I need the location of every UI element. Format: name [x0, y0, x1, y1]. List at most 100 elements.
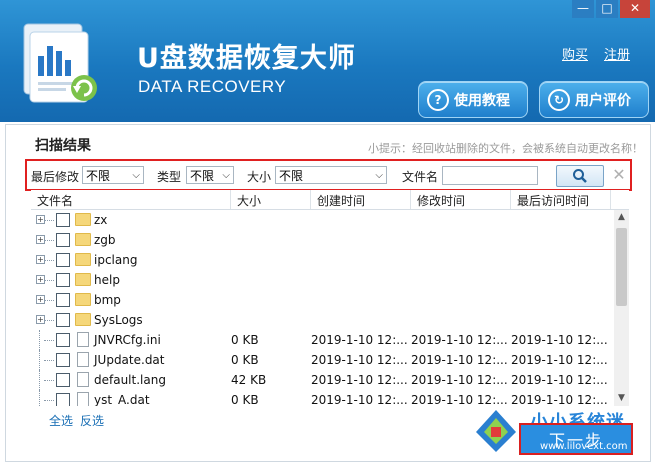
modified-filter-value: 不限 [86, 169, 111, 183]
scroll-down-icon[interactable]: ▼ [614, 391, 629, 406]
table-row[interactable]: + help [31, 270, 614, 290]
table-row[interactable]: JNVRCfg.ini 0 KB 2019-1-10 12:... 2019-1… [31, 330, 614, 350]
file-name: ipclang [94, 253, 138, 267]
chevron-down-icon: ⌵ [222, 170, 230, 181]
file-accessed: 2019-1-10 12:... [511, 393, 608, 406]
chevron-down-icon: ⌵ [132, 170, 140, 181]
refresh-icon: ↻ [548, 88, 570, 111]
column-divider[interactable] [310, 190, 311, 209]
table-row[interactable]: + zx [31, 210, 614, 230]
type-filter-label: 类型 [157, 170, 182, 184]
file-name: JNVRCfg.ini [94, 333, 161, 347]
table-header: 文件名 大小 创建时间 修改时间 最后访问时间 [31, 190, 629, 210]
help-icon: ? [427, 88, 449, 111]
file-name: yst_A.dat [94, 393, 150, 406]
tutorial-button[interactable]: ? 使用教程 [418, 81, 528, 118]
row-checkbox[interactable] [56, 353, 70, 367]
col-name[interactable]: 文件名 [37, 192, 73, 209]
select-all-link[interactable]: 全选 [49, 412, 73, 429]
app-title: U盘数据恢复大师 [137, 43, 356, 74]
column-divider[interactable] [230, 190, 231, 209]
table-row[interactable]: JUpdate.dat 0 KB 2019-1-10 12:... 2019-1… [31, 350, 614, 370]
folder-icon [75, 233, 91, 246]
section-title: 扫描结果 [35, 138, 91, 154]
row-checkbox[interactable] [56, 313, 70, 327]
file-icon [77, 372, 89, 387]
table-row[interactable]: yst_A.dat 0 KB 2019-1-10 12:... 2019-1-1… [31, 390, 614, 406]
file-size: 42 KB [231, 373, 267, 387]
filename-label: 文件名 [402, 170, 439, 184]
minimize-button[interactable]: — [572, 0, 594, 18]
folder-icon [75, 273, 91, 286]
table-row[interactable]: + bmp [31, 290, 614, 310]
col-modified[interactable]: 修改时间 [417, 192, 465, 209]
modified-filter-select[interactable]: 不限 ⌵ [82, 166, 144, 184]
watermark-logo [476, 410, 516, 452]
filename-input[interactable] [442, 166, 538, 185]
search-button[interactable] [556, 165, 604, 187]
modified-filter-label: 最后修改 [31, 170, 80, 184]
row-checkbox[interactable] [56, 253, 70, 267]
tip-text: 小提示：经回收站删除的文件，会被系统自动更改名称！ [368, 142, 643, 155]
file-accessed: 2019-1-10 12:... [511, 373, 608, 387]
watermark-url: www.lilovext.com [540, 441, 628, 452]
column-divider[interactable] [410, 190, 411, 209]
header-banner: U盘数据恢复大师 DATA RECOVERY — □ ✕ 购买 注册 ? 使用教… [0, 0, 655, 122]
tutorial-label: 使用教程 [454, 92, 510, 109]
table-row[interactable]: + SysLogs [31, 310, 614, 330]
row-checkbox[interactable] [56, 393, 70, 406]
size-filter-value: 不限 [279, 169, 304, 183]
register-link[interactable]: 注册 [604, 44, 630, 63]
file-accessed: 2019-1-10 12:... [511, 333, 608, 347]
app-subtitle: DATA RECOVERY [138, 77, 287, 96]
folder-icon [75, 213, 91, 226]
folder-icon [75, 293, 91, 306]
row-checkbox[interactable] [56, 213, 70, 227]
col-size[interactable]: 大小 [237, 192, 261, 209]
file-icon [77, 392, 89, 406]
file-name: SysLogs [94, 313, 143, 327]
clear-filter-button[interactable]: ✕ [610, 166, 628, 184]
file-icon [77, 352, 89, 367]
table-row[interactable]: + ipclang [31, 250, 614, 270]
chevron-down-icon: ⌵ [375, 170, 383, 181]
folder-icon [75, 313, 91, 326]
row-checkbox[interactable] [56, 293, 70, 307]
file-created: 2019-1-10 12:... [311, 353, 408, 367]
close-button[interactable]: ✕ [620, 0, 650, 18]
maximize-button[interactable]: □ [596, 0, 618, 18]
col-accessed[interactable]: 最后访问时间 [517, 192, 589, 209]
file-modified: 2019-1-10 12:... [411, 373, 508, 387]
column-divider[interactable] [610, 190, 611, 209]
col-created[interactable]: 创建时间 [317, 192, 365, 209]
file-created: 2019-1-10 12:... [311, 393, 408, 406]
scroll-up-icon[interactable]: ▲ [614, 210, 629, 225]
app-logo-icon [23, 23, 97, 103]
buy-link[interactable]: 购买 [562, 44, 588, 63]
size-filter-label: 大小 [247, 170, 272, 184]
table-row[interactable]: + zgb [31, 230, 614, 250]
type-filter-value: 不限 [190, 169, 215, 183]
row-checkbox[interactable] [56, 333, 70, 347]
file-size: 0 KB [231, 353, 259, 367]
row-checkbox[interactable] [56, 273, 70, 287]
file-list: + zx + zgb + ipclang + help + bmp + SysL… [31, 210, 614, 406]
file-name: help [94, 273, 120, 287]
file-size: 0 KB [231, 333, 259, 347]
size-filter-select[interactable]: 不限 ⌵ [275, 166, 387, 184]
search-icon [573, 169, 587, 183]
invert-selection-link[interactable]: 反选 [80, 412, 104, 429]
review-button[interactable]: ↻ 用户评价 [539, 81, 649, 118]
file-name: zgb [94, 233, 116, 247]
settings-file-icon [77, 332, 89, 347]
review-label: 用户评价 [575, 92, 631, 109]
type-filter-select[interactable]: 不限 ⌵ [186, 166, 234, 184]
vertical-scrollbar[interactable]: ▲ ▼ [614, 210, 629, 406]
row-checkbox[interactable] [56, 233, 70, 247]
column-divider[interactable] [510, 190, 511, 209]
row-checkbox[interactable] [56, 373, 70, 387]
file-name: default.lang [94, 373, 166, 387]
scroll-thumb[interactable] [616, 228, 627, 306]
file-created: 2019-1-10 12:... [311, 373, 408, 387]
table-row[interactable]: default.lang 42 KB 2019-1-10 12:... 2019… [31, 370, 614, 390]
